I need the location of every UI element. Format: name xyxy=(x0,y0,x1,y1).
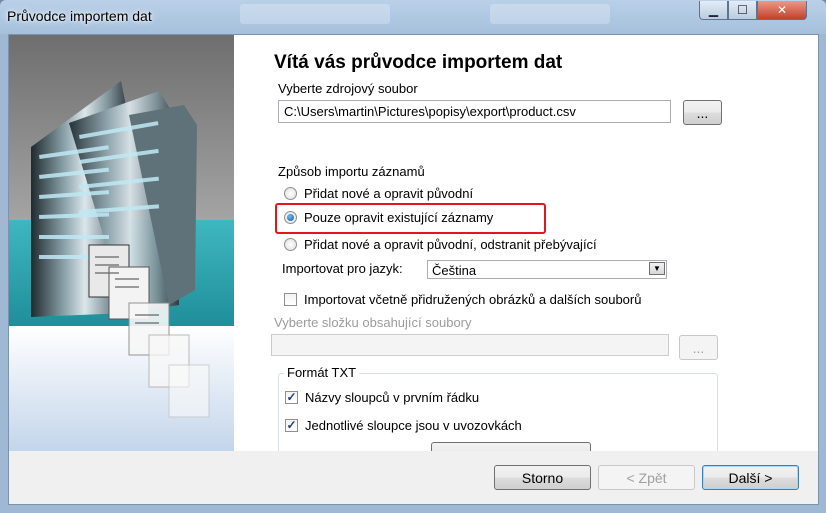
maximize-icon: ☐ xyxy=(737,3,748,17)
wizard-window: Průvodce importem dat ▁ ☐ ✕ Vítá vás prů… xyxy=(0,0,826,513)
radio-update-only-label[interactable]: Pouze opravit existující záznamy xyxy=(304,210,493,225)
next-button-label: Další > xyxy=(728,469,773,486)
server-illustration xyxy=(9,35,234,504)
folder-input[interactable] xyxy=(271,334,669,356)
source-file-input[interactable]: C:\Users\martin\Pictures\popisy\export\p… xyxy=(278,100,671,123)
browse-folder-label: ... xyxy=(692,339,705,356)
cancel-button-label: Storno xyxy=(521,469,564,486)
back-button[interactable]: < Zpět xyxy=(598,465,695,490)
wizard-content-panel: Vítá vás průvodce importem dat Vyberte z… xyxy=(234,35,818,463)
txt-format-group-label: Formát TXT xyxy=(284,365,360,380)
include-files-checkbox[interactable] xyxy=(284,293,297,306)
next-button[interactable]: Další > xyxy=(702,465,799,490)
language-label: Importovat pro jazyk: xyxy=(282,261,403,276)
radio-update-only[interactable] xyxy=(284,211,297,224)
wizard-side-image xyxy=(9,35,234,504)
browse-source-button[interactable]: ... xyxy=(683,100,722,125)
quoted-columns-label[interactable]: Jednotlivé sloupce jsou v uvozovkách xyxy=(305,418,522,433)
minimize-icon: ▁ xyxy=(708,3,719,17)
title-bar[interactable]: Průvodce importem dat ▁ ☐ ✕ xyxy=(0,0,826,34)
column-names-label[interactable]: Názvy sloupců v prvním řádku xyxy=(305,390,479,405)
wizard-footer: Storno < Zpět Další > xyxy=(9,451,818,504)
chevron-down-icon[interactable]: ▼ xyxy=(649,262,665,275)
source-file-label: Vyberte zdrojový soubor xyxy=(278,81,418,96)
cancel-button[interactable]: Storno xyxy=(494,465,591,490)
maximize-button[interactable]: ☐ xyxy=(728,1,757,20)
close-icon: ✕ xyxy=(776,3,788,17)
browse-folder-button[interactable]: ... xyxy=(679,335,718,360)
include-files-label[interactable]: Importovat včetně přidružených obrázků a… xyxy=(304,292,641,307)
import-mode-label: Způsob importu záznamů xyxy=(278,164,425,179)
radio-add-and-update[interactable] xyxy=(284,187,297,200)
wizard-client-area: Vítá vás průvodce importem dat Vyberte z… xyxy=(8,34,819,505)
radio-add-update-remove-label[interactable]: Přidat nové a opravit původní, odstranit… xyxy=(304,237,597,252)
radio-add-and-update-label[interactable]: Přidat nové a opravit původní xyxy=(304,186,473,201)
language-select-value: Čeština xyxy=(432,263,477,278)
quoted-columns-checkbox[interactable]: ✓ xyxy=(285,419,298,432)
background-window-ghost xyxy=(240,4,390,24)
wizard-heading: Vítá vás průvodce importem dat xyxy=(274,52,563,73)
radio-add-update-remove[interactable] xyxy=(284,238,297,251)
language-select[interactable]: Čeština ▼ xyxy=(427,260,667,279)
folder-label: Vyberte složku obsahující soubory xyxy=(274,315,472,330)
background-window-ghost xyxy=(490,4,610,24)
back-button-label: < Zpět xyxy=(626,469,667,486)
close-button[interactable]: ✕ xyxy=(757,1,807,20)
window-title: Průvodce importem dat xyxy=(7,8,152,24)
browse-source-label: ... xyxy=(696,104,709,121)
minimize-button[interactable]: ▁ xyxy=(699,1,728,20)
column-names-checkbox[interactable]: ✓ xyxy=(285,391,298,404)
